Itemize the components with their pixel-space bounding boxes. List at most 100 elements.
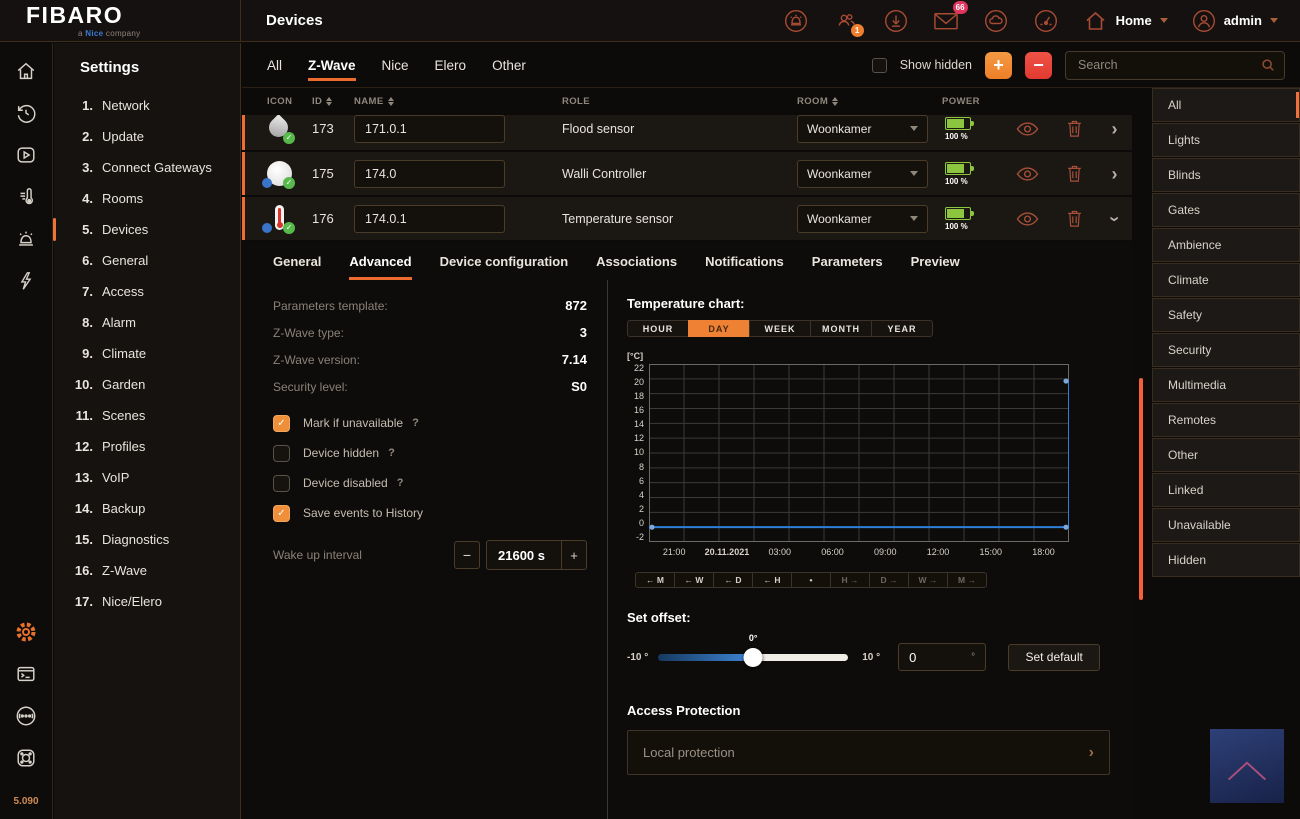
show-hidden-checkbox[interactable] xyxy=(872,58,887,73)
wake-up-value[interactable]: 21600 s xyxy=(487,548,561,563)
chart-nav-button-1[interactable]: ← W xyxy=(674,572,714,588)
device-name-input[interactable] xyxy=(354,205,505,233)
settings-item-connect-gateways[interactable]: 3.Connect Gateways xyxy=(54,152,240,183)
home-icon[interactable] xyxy=(14,59,38,83)
header-name[interactable]: NAME xyxy=(352,96,557,107)
climate-icon[interactable] xyxy=(14,185,38,209)
settings-item-climate[interactable]: 9.Climate xyxy=(54,338,240,369)
room-select[interactable]: Woonkamer xyxy=(797,115,928,143)
visibility-eye-button[interactable] xyxy=(1002,167,1052,181)
chart-nav-button-2[interactable]: ← D xyxy=(713,572,753,588)
detail-tab-device-configuration[interactable]: Device configuration xyxy=(440,254,569,280)
period-button-day[interactable]: DAY xyxy=(688,320,750,337)
settings-item-update[interactable]: 2.Update xyxy=(54,121,240,152)
checkbox-device-disabled[interactable] xyxy=(273,475,290,492)
set-default-button[interactable]: Set default xyxy=(1008,644,1100,671)
gauge-icon[interactable] xyxy=(1033,8,1059,34)
period-button-week[interactable]: WEEK xyxy=(749,320,811,337)
help-icon[interactable]: ? xyxy=(412,417,419,429)
settings-item-devices[interactable]: 5.Devices xyxy=(54,214,240,245)
delete-trash-button[interactable] xyxy=(1052,209,1097,228)
tab-elero[interactable]: Elero xyxy=(435,58,467,73)
category-linked[interactable]: Linked xyxy=(1152,473,1300,507)
category-hidden[interactable]: Hidden xyxy=(1152,543,1300,577)
users-icon[interactable]: 1 xyxy=(833,8,859,34)
stepper-minus-button[interactable]: − xyxy=(454,541,480,569)
history-icon[interactable] xyxy=(14,101,38,125)
expand-row-button[interactable]: › xyxy=(1112,120,1118,138)
video-icon[interactable] xyxy=(14,143,38,167)
detail-tab-notifications[interactable]: Notifications xyxy=(705,254,784,280)
tab-z-wave[interactable]: Z-Wave xyxy=(308,58,356,81)
network-icon[interactable] xyxy=(14,704,38,728)
visibility-eye-button[interactable] xyxy=(1002,212,1052,226)
settings-item-rooms[interactable]: 4.Rooms xyxy=(54,183,240,214)
chart-nav-button-6[interactable]: D → xyxy=(869,572,909,588)
settings-item-scenes[interactable]: 11.Scenes xyxy=(54,400,240,431)
checkbox-save-events-to-history[interactable] xyxy=(273,505,290,522)
settings-item-profiles[interactable]: 12.Profiles xyxy=(54,431,240,462)
search-input[interactable] xyxy=(1078,58,1261,72)
chart-nav-button-7[interactable]: W → xyxy=(908,572,948,588)
checkbox-mark-if-unavailable[interactable] xyxy=(273,415,290,432)
category-other[interactable]: Other xyxy=(1152,438,1300,472)
chart-nav-button-5[interactable]: H → xyxy=(830,572,870,588)
search-icon[interactable] xyxy=(1261,58,1275,72)
delete-trash-button[interactable] xyxy=(1052,164,1097,183)
settings-item-general[interactable]: 6.General xyxy=(54,245,240,276)
tab-all[interactable]: All xyxy=(267,58,282,73)
period-button-hour[interactable]: HOUR xyxy=(627,320,689,337)
tab-other[interactable]: Other xyxy=(492,58,526,73)
detail-tab-preview[interactable]: Preview xyxy=(911,254,960,280)
category-gates[interactable]: Gates xyxy=(1152,193,1300,227)
category-safety[interactable]: Safety xyxy=(1152,298,1300,332)
device-name-input[interactable] xyxy=(354,115,505,143)
settings-item-network[interactable]: 1.Network xyxy=(54,90,240,121)
help-icon[interactable]: ? xyxy=(397,477,404,489)
category-all[interactable]: All xyxy=(1152,88,1300,122)
period-button-month[interactable]: MONTH xyxy=(810,320,872,337)
settings-item-backup[interactable]: 14.Backup xyxy=(54,493,240,524)
chart-nav-button-3[interactable]: ← H xyxy=(752,572,792,588)
weather-icon[interactable] xyxy=(983,8,1009,34)
sort-icon[interactable] xyxy=(832,97,838,106)
category-multimedia[interactable]: Multimedia xyxy=(1152,368,1300,402)
sort-icon[interactable] xyxy=(326,97,332,106)
header-room[interactable]: ROOM xyxy=(792,96,937,107)
detail-tab-parameters[interactable]: Parameters xyxy=(812,254,883,280)
collapse-row-button[interactable]: › xyxy=(1106,216,1124,222)
header-id[interactable]: ID xyxy=(312,96,352,107)
alarm-bell-icon[interactable] xyxy=(783,8,809,34)
settings-item-z-wave[interactable]: 16.Z-Wave xyxy=(54,555,240,586)
settings-item-access[interactable]: 7.Access xyxy=(54,276,240,307)
visibility-eye-button[interactable] xyxy=(1002,122,1052,136)
category-unavailable[interactable]: Unavailable xyxy=(1152,508,1300,542)
chart-nav-button-0[interactable]: ← M xyxy=(635,572,675,588)
detail-tab-associations[interactable]: Associations xyxy=(596,254,677,280)
offset-input[interactable] xyxy=(909,650,971,665)
remove-device-button[interactable]: − xyxy=(1025,52,1052,79)
alarm-icon[interactable] xyxy=(14,227,38,251)
category-blinds[interactable]: Blinds xyxy=(1152,158,1300,192)
slider-thumb[interactable] xyxy=(744,648,763,667)
detail-tab-advanced[interactable]: Advanced xyxy=(349,254,411,280)
settings-item-alarm[interactable]: 8.Alarm xyxy=(54,307,240,338)
mail-icon[interactable]: 66 xyxy=(933,8,959,34)
chart-nav-button-4[interactable]: • xyxy=(791,572,831,588)
sort-icon[interactable] xyxy=(388,97,394,106)
category-climate[interactable]: Climate xyxy=(1152,263,1300,297)
power-icon[interactable] xyxy=(14,269,38,293)
hub-icon[interactable] xyxy=(14,746,38,770)
category-remotes[interactable]: Remotes xyxy=(1152,403,1300,437)
settings-item-voip[interactable]: 13.VoIP xyxy=(54,462,240,493)
help-icon[interactable]: ? xyxy=(388,447,395,459)
scroll-to-top-button[interactable] xyxy=(1210,729,1284,803)
settings-item-garden[interactable]: 10.Garden xyxy=(54,369,240,400)
tab-nice[interactable]: Nice xyxy=(382,58,409,73)
offset-slider[interactable]: 0° xyxy=(658,648,848,667)
chart-nav-button-8[interactable]: M → xyxy=(947,572,987,588)
add-device-button[interactable]: + xyxy=(985,52,1012,79)
settings-item-nice-elero[interactable]: 17.Nice/Elero xyxy=(54,586,240,617)
vertical-scrollbar[interactable] xyxy=(1139,378,1143,600)
user-menu[interactable]: admin xyxy=(1192,9,1278,33)
